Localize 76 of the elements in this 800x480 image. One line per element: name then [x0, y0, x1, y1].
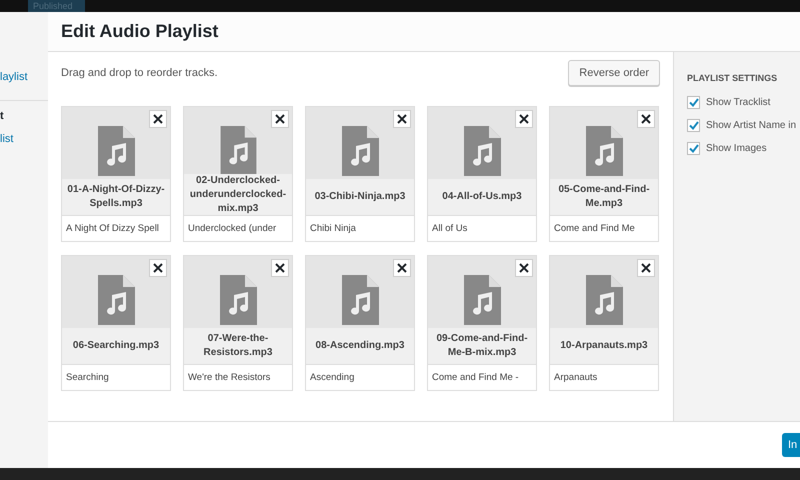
close-icon: [397, 263, 407, 273]
caption-field[interactable]: We're the Resistors: [183, 365, 293, 391]
close-button[interactable]: [149, 259, 167, 277]
close-button[interactable]: [393, 110, 411, 128]
caption-field[interactable]: Come and Find Me -: [427, 365, 537, 391]
audio-file-icon: [98, 275, 134, 325]
file-name: 07-Were-the-Resistors.mp3: [202, 332, 274, 360]
close-icon: [641, 263, 651, 273]
option-label: Show Images: [706, 142, 767, 156]
caption-field[interactable]: A Night Of Dizzy Spell: [61, 216, 171, 242]
track-thumbnail[interactable]: 05-Come-and-Find-Me.mp3: [549, 106, 659, 216]
instruction-text: Drag and drop to reorder tracks.: [61, 66, 218, 81]
close-icon: [519, 263, 529, 273]
caption-field[interactable]: Searching: [61, 365, 171, 391]
track-thumbnail[interactable]: 02-Underclocked-underunderclocked-mix.mp3: [183, 106, 293, 216]
caption-field[interactable]: Underclocked (under: [183, 216, 293, 242]
track-thumbnail[interactable]: 09-Come-and-Find-Me-B-mix.mp3: [427, 255, 537, 365]
file-name: 09-Come-and-Find-Me-B-mix.mp3: [435, 332, 529, 360]
close-icon: [641, 114, 651, 124]
close-button[interactable]: [637, 110, 655, 128]
checkmark-icon: [688, 120, 698, 130]
close-button[interactable]: [271, 110, 289, 128]
track-thumbnail[interactable]: 10-Arpanauts.mp3: [549, 255, 659, 365]
track-thumbnail[interactable]: 03-Chibi-Ninja.mp3: [305, 106, 415, 216]
track-thumbnail[interactable]: 04-All-of-Us.mp3: [427, 106, 537, 216]
audio-file-icon: [586, 126, 622, 176]
track-thumbnail[interactable]: 07-Were-the-Resistors.mp3: [183, 255, 293, 365]
caption-field[interactable]: Ascending: [305, 365, 415, 391]
sidebar-link[interactable]: list: [0, 130, 48, 148]
checkbox[interactable]: [687, 118, 700, 132]
caption-field[interactable]: All of Us: [427, 216, 537, 242]
close-button[interactable]: [393, 259, 411, 277]
insert-button[interactable]: In: [782, 433, 800, 457]
close-button[interactable]: [637, 259, 655, 277]
track-thumbnail[interactable]: 08-Ascending.mp3: [305, 255, 415, 365]
close-icon: [397, 114, 407, 124]
file-name: 02-Underclocked-underunderclocked-mix.mp3: [188, 174, 288, 216]
checkmark-icon: [688, 98, 698, 106]
option-label: Show Artist Name in: [706, 118, 796, 132]
checkbox[interactable]: [687, 142, 700, 154]
close-button[interactable]: [515, 259, 533, 277]
file-name: 04-All-of-Us.mp3: [442, 190, 522, 204]
close-icon: [153, 263, 163, 273]
close-icon: [519, 114, 529, 124]
audio-file-icon: [464, 126, 500, 176]
close-icon: [275, 114, 285, 124]
audio-file-icon: [98, 126, 134, 176]
audio-file-icon: [464, 275, 500, 325]
audio-file-icon: [586, 275, 622, 325]
file-name: 08-Ascending.mp3: [316, 339, 404, 353]
audio-file-icon: [342, 275, 378, 325]
track-thumbnail[interactable]: 06-Searching.mp3: [61, 255, 171, 365]
option-label: Show Tracklist: [706, 96, 770, 110]
audio-file-icon: [220, 275, 256, 325]
reverse-order-button[interactable]: Reverse order: [568, 60, 660, 86]
audio-file-icon: [342, 126, 378, 176]
caption-field[interactable]: Come and Find Me: [549, 216, 659, 242]
file-name: 03-Chibi-Ninja.mp3: [314, 190, 406, 204]
close-button[interactable]: [149, 110, 167, 128]
close-button[interactable]: [271, 259, 289, 277]
caption-field[interactable]: Arpanauts: [549, 365, 659, 391]
close-icon: [153, 114, 163, 124]
dialog-title: Edit Audio Playlist: [61, 20, 218, 43]
close-icon: [275, 263, 285, 273]
checkbox[interactable]: [687, 96, 700, 108]
track-thumbnail[interactable]: 01-A-Night-Of-Dizzy-Spells.mp3: [61, 106, 171, 216]
checkmark-icon: [688, 144, 698, 152]
close-button[interactable]: [515, 110, 533, 128]
file-name: 06-Searching.mp3: [72, 339, 160, 353]
file-name: 10-Arpanauts.mp3: [560, 339, 648, 353]
file-name: 05-Come-and-Find-Me.mp3: [557, 183, 651, 211]
settings-heading: PLAYLIST SETTINGS: [687, 72, 778, 85]
caption-field[interactable]: Chibi Ninja: [305, 216, 415, 242]
audio-file-icon: [220, 126, 256, 174]
file-name: 01-A-Night-Of-Dizzy-Spells.mp3: [66, 183, 166, 211]
sidebar-link[interactable]: laylist: [0, 68, 48, 86]
